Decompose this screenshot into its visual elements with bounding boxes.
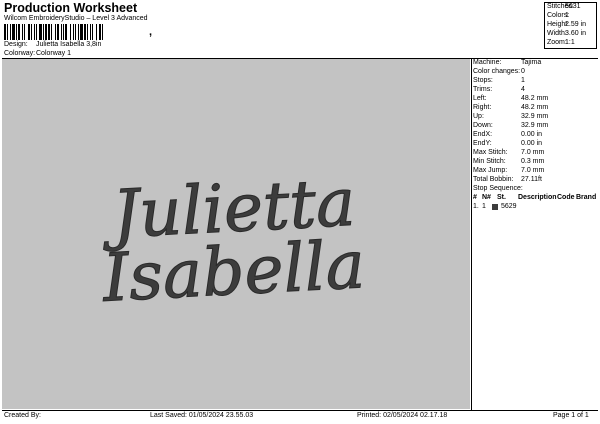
design-label: Design: [4, 41, 28, 48]
stats-box: Stitches: 5631 Colors: 1 Height: 2.59 in… [544, 2, 597, 49]
machine-info-row: Right: 48.2 mm [473, 104, 548, 113]
colorway-value: Colorway 1 [36, 50, 72, 57]
barcode-suffix: , [149, 26, 153, 38]
height-value: 2.59 in [565, 21, 587, 28]
thread-color-swatch [492, 204, 498, 210]
row-needle: 1 [482, 203, 486, 210]
machine-info-label: EndX: [473, 131, 493, 138]
zoom-row: Zoom: 1:1 [547, 39, 575, 48]
width-label: Width: [547, 30, 567, 37]
col-stitches: St. [497, 194, 506, 201]
stop-sequence-title: Stop Sequence: [473, 185, 523, 192]
colors-value: 1 [565, 12, 569, 19]
row-number: 1. [473, 203, 479, 210]
machine-info-value: 7.0 mm [521, 149, 545, 156]
machine-info-label: Max Jump: [473, 167, 508, 174]
machine-info-value: 32.9 mm [521, 113, 549, 120]
embroidery-lettering: Julietta Isabella [98, 163, 367, 317]
created-by: Created By: [4, 412, 41, 419]
row-stitches: 5629 [501, 203, 517, 210]
colorway-label: Colorway: [4, 50, 36, 57]
zoom-value: 1:1 [565, 39, 575, 46]
stitches-value: 5631 [565, 3, 581, 10]
machine-info-label: Left: [473, 95, 487, 102]
machine-info-row: EndX: 0.00 in [473, 131, 542, 140]
machine-info-label: Right: [473, 104, 492, 111]
machine-info-label: Trims: [473, 86, 493, 93]
worksheet-title: Production Worksheet [4, 1, 138, 15]
design-row: Design: Julietta Isabella 3,8in [4, 41, 304, 50]
machine-info-row: Up: 32.9 mm [473, 113, 548, 122]
col-number: # [473, 194, 477, 201]
height-row: Height: 2.59 in [547, 21, 586, 30]
machine-info-label: Max Stitch: [473, 149, 508, 156]
machine-info-label: Up: [473, 113, 484, 120]
machine-info-row: Left: 48.2 mm [473, 95, 548, 104]
design-line-2: Isabella [100, 226, 367, 317]
machine-info-value: 48.2 mm [521, 95, 549, 102]
col-description: Description [518, 194, 557, 201]
machine-info-label: Total Bobbin: [473, 176, 514, 183]
machine-info-value: 27.11ft [521, 176, 542, 183]
machine-info-value: 0.3 mm [521, 158, 545, 165]
machine-info-row: Max Stitch: 7.0 mm [473, 149, 544, 158]
col-code: Code [557, 194, 575, 201]
machine-info-row: Max Jump: 7.0 mm [473, 167, 544, 176]
machine-info-value: 4 [521, 86, 525, 93]
stitches-row: Stitches: 5631 [547, 3, 581, 12]
machine-info-value: 7.0 mm [521, 167, 545, 174]
machine-info-label: Color changes: [473, 68, 521, 75]
machine-info-label: Down: [473, 122, 493, 129]
machine-info-value: 48.2 mm [521, 104, 549, 111]
machine-info-row: EndY: 0.00 in [473, 140, 542, 149]
col-brand: Brand [576, 194, 597, 201]
col-needle: N# [482, 194, 491, 201]
machine-info-value: 0.00 in [521, 131, 543, 138]
design-preview: Julietta Isabella [2, 59, 470, 409]
colors-row: Colors: 1 [547, 12, 569, 21]
width-row: Width: 3.60 in [547, 30, 586, 39]
machine-info-label: EndY: [473, 140, 492, 147]
printed-date: Printed: 02/05/2024 02.17.18 [357, 412, 448, 419]
last-saved: Last Saved: 01/05/2024 23.55.03 [150, 412, 254, 419]
machine-info-label: Stops: [473, 77, 493, 84]
zoom-label: Zoom: [547, 39, 567, 46]
machine-info-value: 1 [521, 77, 525, 84]
machine-info-row: Trims: 4 [473, 86, 525, 95]
machine-info-row: Down: 32.9 mm [473, 122, 548, 131]
software-name: Wilcom EmbroideryStudio – Level 3 Advanc… [4, 15, 148, 22]
machine-info-value: 0.00 in [521, 140, 543, 147]
design-value: Julietta Isabella 3,8in [36, 41, 102, 48]
machine-info-row: Machine: Tajima [473, 59, 541, 68]
barcode-image [4, 24, 103, 40]
machine-info-label: Min Stitch: [473, 158, 506, 165]
machine-info-row: Stops: 1 [473, 77, 525, 86]
machine-info-value: Tajima [521, 59, 542, 66]
footer-divider [2, 410, 598, 411]
machine-info-row: Min Stitch: 0.3 mm [473, 158, 544, 167]
machine-info-value: 0 [521, 68, 525, 75]
machine-info-value: 32.9 mm [521, 122, 549, 129]
width-value: 3.60 in [565, 30, 587, 37]
page-number: Page 1 of 1 [553, 412, 589, 419]
machine-info-row: Color changes: 0 [473, 68, 525, 77]
machine-info-row: Total Bobbin: 27.11ft [473, 176, 542, 185]
machine-info-label: Machine: [473, 59, 502, 66]
panel-divider [471, 58, 472, 410]
